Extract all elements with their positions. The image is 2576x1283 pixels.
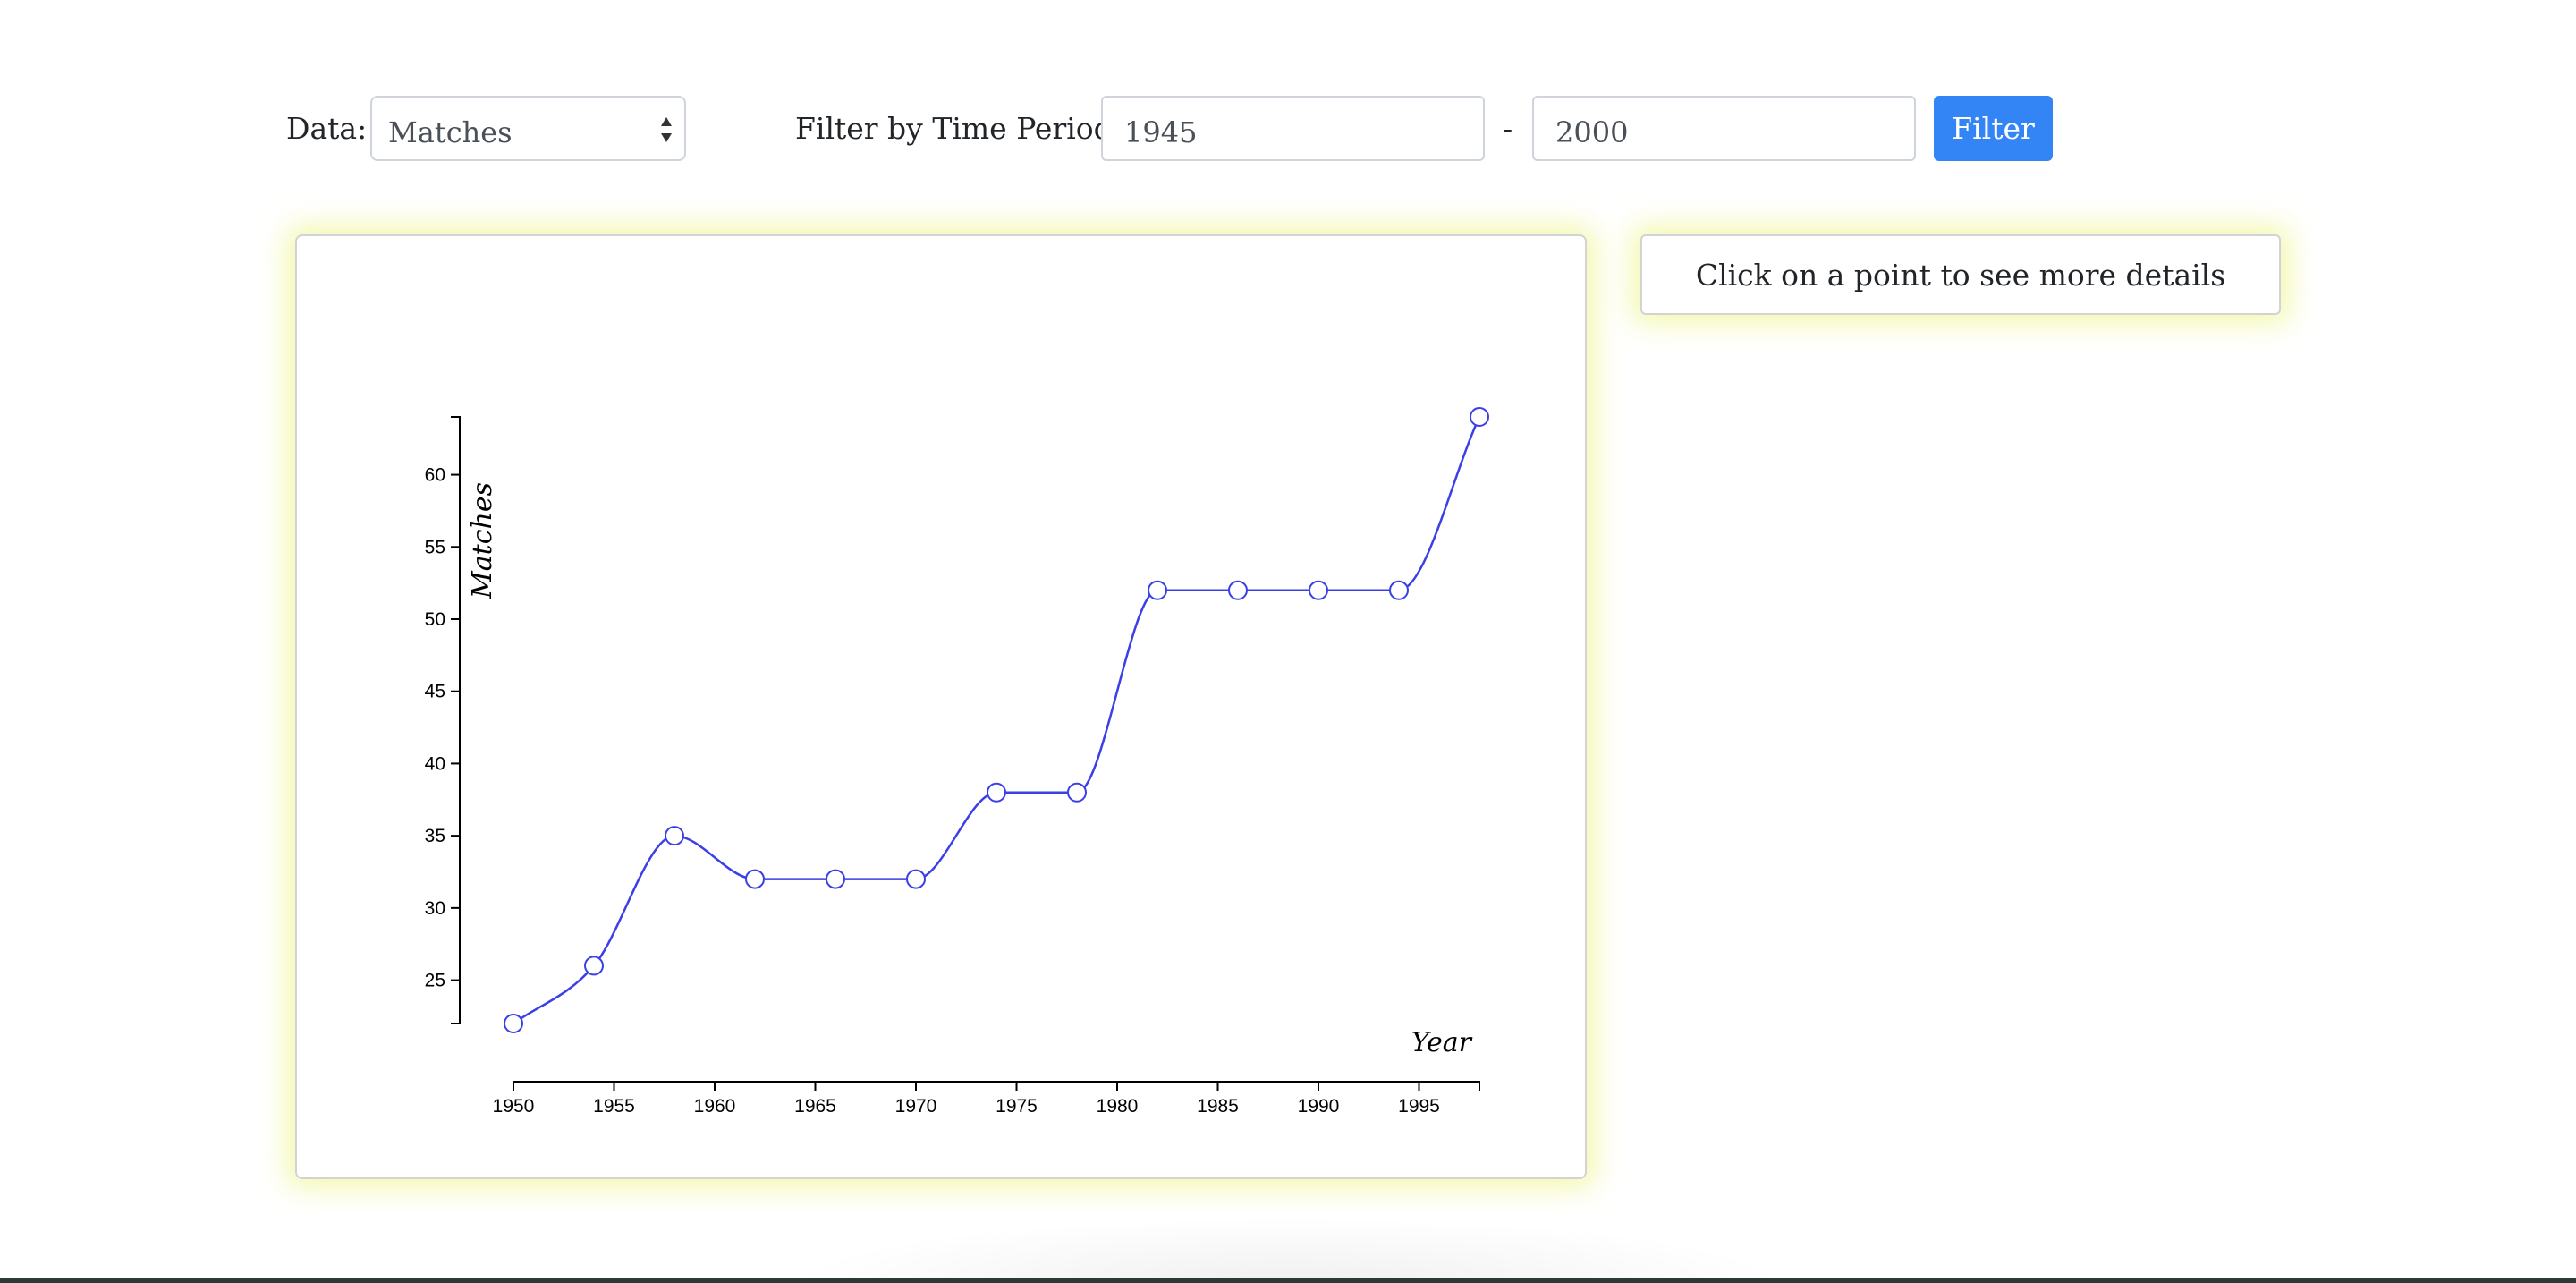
y-tick-label: 45 xyxy=(425,682,445,702)
y-tick-label: 25 xyxy=(425,971,445,991)
x-tick-label: 1975 xyxy=(996,1096,1038,1117)
data-point[interactable] xyxy=(1389,580,1409,600)
x-axis-line xyxy=(513,1081,1480,1091)
x-tick-label: 1965 xyxy=(794,1096,836,1117)
x-tick-label: 1955 xyxy=(593,1096,635,1117)
y-tick-label: 55 xyxy=(425,537,445,557)
x-axis: 1950 1955 1960 1965 1970 1975 1980 1985 1990 1995 xyxy=(493,1081,1480,1117)
period-from-input[interactable]: 1945 xyxy=(1101,96,1485,161)
controls-bar: Data: Matches Filter by Time Period: 194… xyxy=(0,0,2576,197)
x-tick-label: 1990 xyxy=(1298,1096,1340,1117)
data-point[interactable] xyxy=(1148,580,1167,600)
y-tick-label: 50 xyxy=(425,609,445,630)
details-message: Click on a point to see more details xyxy=(1695,257,2226,293)
data-point[interactable] xyxy=(1470,407,1489,427)
y-axis-title: Matches xyxy=(467,482,498,599)
y-tick-label: 35 xyxy=(425,826,445,846)
details-panel: Click on a point to see more details xyxy=(1640,234,2281,315)
period-from-value: 1945 xyxy=(1124,115,1198,149)
x-tick-label: 1970 xyxy=(895,1096,937,1117)
data-point[interactable] xyxy=(1228,580,1248,600)
data-point[interactable] xyxy=(665,826,684,846)
select-arrows-icon xyxy=(661,117,672,142)
y-tick-label: 60 xyxy=(425,465,445,486)
bottom-shadow xyxy=(787,1217,1789,1283)
x-tick-label: 1950 xyxy=(493,1096,535,1117)
y-axis-line xyxy=(451,416,461,1024)
period-to-input[interactable]: 2000 xyxy=(1532,96,1916,161)
data-point[interactable] xyxy=(745,869,765,889)
data-point[interactable] xyxy=(1309,580,1328,600)
data-point[interactable] xyxy=(906,869,926,889)
data-point[interactable] xyxy=(826,869,845,889)
data-point[interactable] xyxy=(504,1014,523,1033)
data-point[interactable] xyxy=(584,956,604,976)
data-select[interactable]: Matches xyxy=(370,96,686,161)
filter-button[interactable]: Filter xyxy=(1934,96,2053,161)
series-line xyxy=(513,416,1481,1025)
data-point[interactable] xyxy=(1067,782,1087,803)
time-period-label: Filter by Time Period: xyxy=(795,111,1123,146)
data-select-label: Data: xyxy=(286,111,368,146)
x-tick-label: 1980 xyxy=(1097,1096,1139,1117)
data-points xyxy=(504,407,1489,1033)
x-tick-label: 1960 xyxy=(694,1096,736,1117)
x-axis-title: Year xyxy=(1411,1027,1473,1058)
line-chart: 25 30 35 40 45 50 55 60 1950 1955 1960 1965 1970 197… xyxy=(425,407,1489,1117)
y-axis: 25 30 35 40 45 50 55 60 xyxy=(425,416,461,1024)
data-point[interactable] xyxy=(987,782,1006,803)
y-tick-label: 30 xyxy=(425,898,445,919)
chart-panel: 25 30 35 40 45 50 55 60 1950 1955 1960 1965 1970 197… xyxy=(295,234,1587,1179)
x-tick-label: 1995 xyxy=(1398,1096,1440,1117)
data-select-value: Matches xyxy=(388,115,513,149)
y-tick-label: 40 xyxy=(425,753,445,774)
x-tick-label: 1985 xyxy=(1197,1096,1239,1117)
period-separator: - xyxy=(1503,111,1513,146)
bottom-bar xyxy=(0,1278,2576,1283)
period-to-value: 2000 xyxy=(1555,115,1629,149)
